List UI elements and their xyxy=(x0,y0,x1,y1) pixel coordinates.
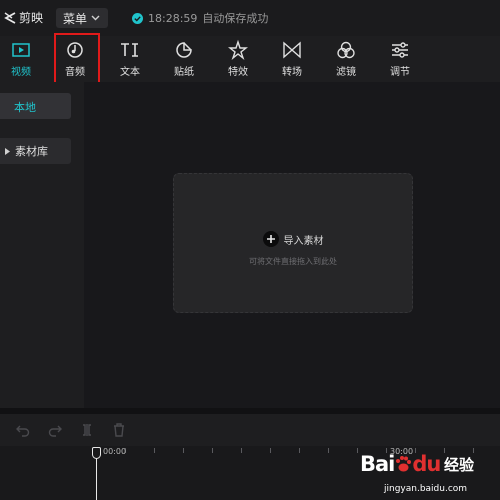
adjust-icon xyxy=(392,42,408,58)
ruler-tick xyxy=(328,448,329,453)
left-panel: 本地 素材库 xyxy=(0,82,84,408)
tab-adjust[interactable]: 调节 xyxy=(380,36,420,82)
menu-label: 菜单 xyxy=(63,11,88,26)
import-label: 导入素材 xyxy=(283,235,324,247)
import-dropzone[interactable]: 导入素材 可将文件直接拖入到此处 xyxy=(173,173,413,313)
filter-icon xyxy=(337,41,355,59)
tab-text[interactable]: 文本 xyxy=(110,36,150,82)
ruler-tick xyxy=(241,448,242,453)
save-status: 18:28:59 自动保存成功 xyxy=(132,10,268,26)
ruler-tick xyxy=(299,448,300,453)
plus-icon xyxy=(262,231,279,247)
text-icon xyxy=(121,43,138,57)
watermark-brand-cn: 经验 xyxy=(444,456,475,474)
paw-icon xyxy=(396,456,412,472)
playhead-handle[interactable] xyxy=(92,447,101,459)
top-bar: 剪映 菜单 18:28:59 自动保存成功 xyxy=(0,0,500,36)
transition-icon xyxy=(283,41,301,59)
tab-text-label: 文本 xyxy=(120,67,140,78)
ruler-tick xyxy=(183,448,184,453)
save-text: 自动保存成功 xyxy=(202,12,269,25)
sidebar-item-local-label: 本地 xyxy=(14,101,36,114)
redo-icon[interactable] xyxy=(48,423,62,437)
time-label-start: 00:00 xyxy=(103,447,127,456)
menu-button[interactable]: 菜单 xyxy=(56,8,108,28)
watermark-url: jingyan.baidu.com xyxy=(384,484,468,494)
ruler-tick xyxy=(212,448,213,453)
chevron-down-icon xyxy=(91,15,100,21)
audio-tab-highlight xyxy=(54,33,100,87)
undo-icon[interactable] xyxy=(16,423,30,437)
app-name: 剪映 xyxy=(19,11,44,25)
jianying-logo-icon xyxy=(4,11,16,24)
media-area: 导入素材 可将文件直接拖入到此处 xyxy=(84,82,500,408)
sidebar-item-library[interactable]: 素材库 xyxy=(0,138,71,164)
ruler-tick xyxy=(270,448,271,453)
app-logo: 剪映 xyxy=(4,9,43,26)
tab-sticker[interactable]: 贴纸 xyxy=(164,36,204,82)
sidebar-item-local[interactable]: 本地 xyxy=(0,93,71,119)
watermark-brand-du: du xyxy=(412,452,441,476)
import-row: 导入素材 xyxy=(174,231,412,247)
delete-icon[interactable] xyxy=(112,423,126,437)
sidebar-item-library-label: 素材库 xyxy=(15,145,48,158)
tab-adjust-label: 调节 xyxy=(390,67,410,78)
import-hint: 可将文件直接拖入到此处 xyxy=(249,257,337,266)
tab-sticker-label: 贴纸 xyxy=(174,67,194,78)
playhead-line[interactable] xyxy=(96,454,97,500)
tab-video[interactable]: 视频 xyxy=(1,36,41,82)
baidu-watermark: Bai du 经验 jingyan.baidu.com xyxy=(354,447,500,500)
video-icon xyxy=(12,43,30,57)
save-time: 18:28:59 xyxy=(148,11,198,25)
split-icon[interactable] xyxy=(80,423,94,437)
check-circle-icon xyxy=(132,12,143,24)
tab-effects-label: 特效 xyxy=(228,67,248,78)
tab-filter[interactable]: 滤镜 xyxy=(326,36,366,82)
tab-video-label: 视频 xyxy=(11,67,31,78)
timeline-toolbar xyxy=(0,414,500,446)
tab-transition-label: 转场 xyxy=(282,67,302,78)
watermark-brand: Bai du xyxy=(360,452,441,476)
effects-icon xyxy=(228,39,248,61)
tab-transition[interactable]: 转场 xyxy=(272,36,312,82)
ruler-tick xyxy=(154,448,155,453)
tab-effects[interactable]: 特效 xyxy=(218,36,258,82)
watermark-brand-bai: Bai xyxy=(360,452,395,476)
sticker-icon xyxy=(176,42,192,58)
tab-filter-label: 滤镜 xyxy=(336,67,356,78)
caret-right-icon xyxy=(5,147,10,155)
